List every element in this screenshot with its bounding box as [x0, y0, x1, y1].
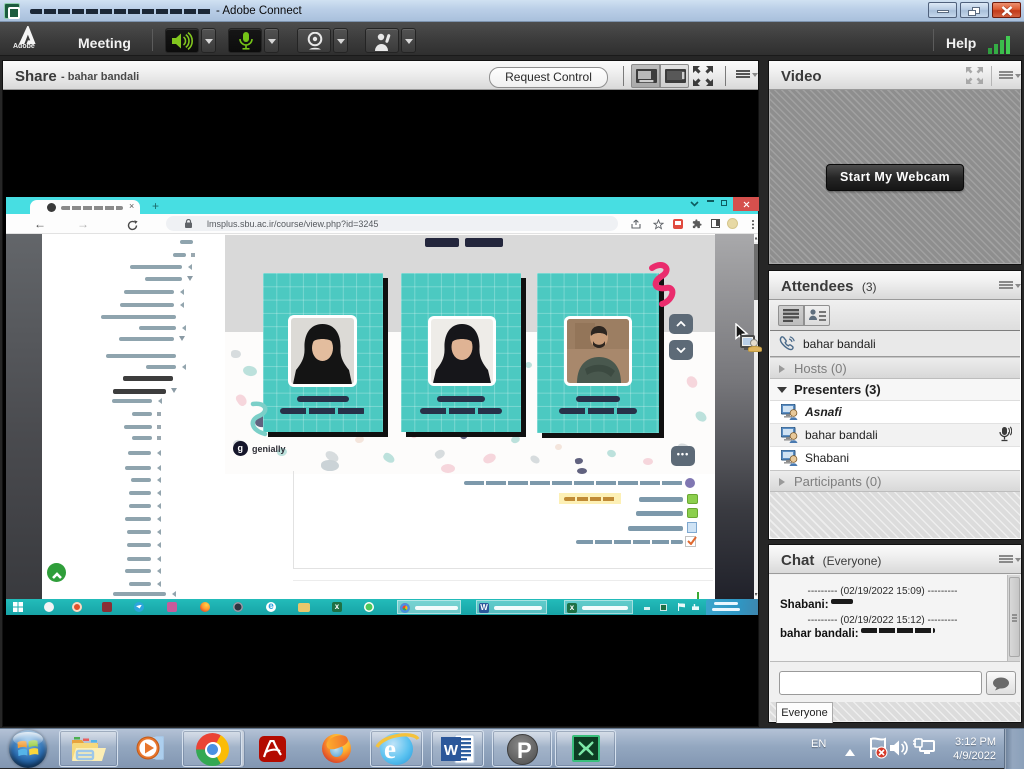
- svg-text:W: W: [444, 742, 459, 759]
